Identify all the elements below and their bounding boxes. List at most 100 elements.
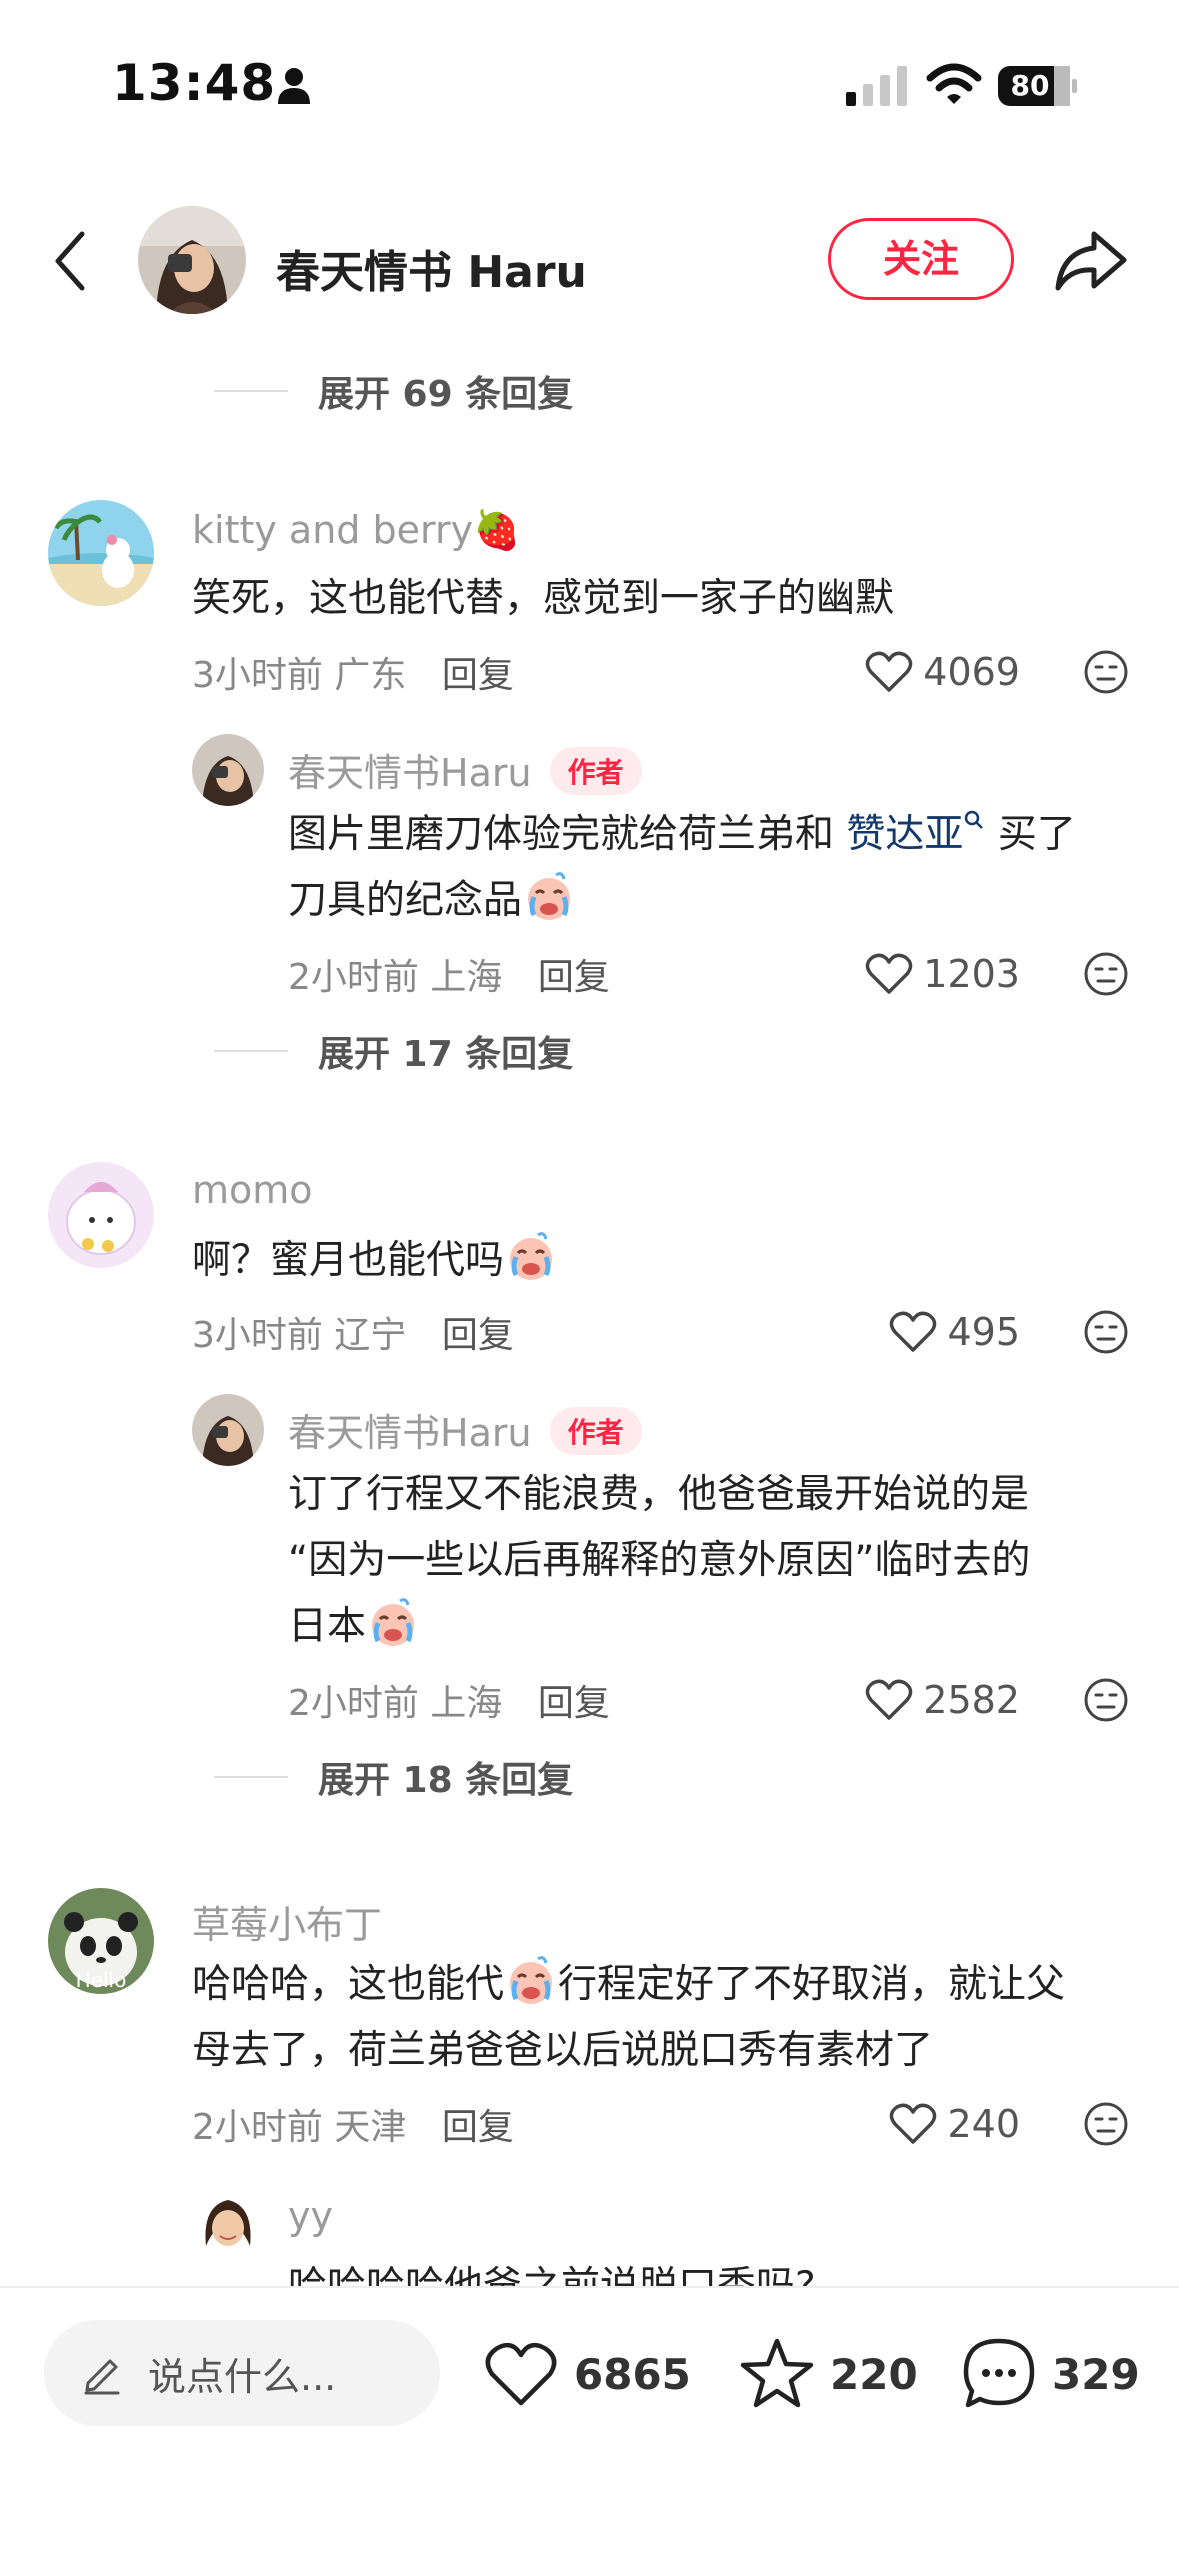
comment-time: 2小时前: [192, 2107, 323, 2148]
battery-level: 80: [1010, 69, 1050, 102]
heart-icon: [866, 1679, 913, 1720]
author-badge: 作者: [549, 747, 642, 795]
reply-button[interactable]: 回复: [442, 1315, 514, 1356]
dislike-face-icon[interactable]: [1082, 1308, 1130, 1356]
comment-text-part: 行程定好了不好取消，就让父: [558, 1962, 1066, 2007]
expand-label: 展开 69 条回复: [318, 374, 574, 415]
comment-like-button[interactable]: 495: [820, 1304, 1020, 1360]
divider: [214, 1050, 288, 1052]
comment-avatar[interactable]: [48, 1162, 154, 1268]
reply-button[interactable]: 回复: [442, 655, 514, 696]
reply-username-text: 春天情书Haru: [288, 751, 532, 795]
avatar-image: [48, 1162, 154, 1268]
like-count: 495: [947, 1310, 1020, 1354]
reply-text-part: 日本: [288, 1604, 367, 1649]
comment-text-part: 哈哈哈，这也能代: [192, 1962, 505, 2007]
reply-username[interactable]: yy: [288, 2194, 333, 2238]
wifi-icon: [926, 63, 982, 104]
reply-meta: 2小时前 上海 回复: [288, 1674, 610, 1726]
expand-replies[interactable]: 展开 18 条回复: [214, 1752, 573, 1802]
reply-avatar[interactable]: [192, 734, 264, 806]
search-link[interactable]: 赞达亚: [846, 810, 985, 857]
comment-like-button[interactable]: 4069: [820, 644, 1020, 700]
reply-like-button[interactable]: 2582: [820, 1672, 1020, 1728]
reply-text: 图片里磨刀体验完就给荷兰弟和 赞达亚 买了 刀具的纪念品: [288, 802, 1076, 934]
heart-icon: [866, 953, 913, 994]
comment-username[interactable]: 草莓小布丁: [192, 1894, 382, 1949]
reply-location: 上海: [430, 1683, 503, 1724]
comment-location: 广东: [334, 655, 407, 696]
reply-text-part: 刀具的纪念品: [288, 878, 523, 923]
reply-button[interactable]: 回复: [538, 957, 610, 998]
search-icon: [965, 810, 984, 829]
divider: [214, 390, 288, 392]
avatar-image: [138, 206, 246, 314]
author-avatar[interactable]: [138, 206, 246, 314]
author-name[interactable]: 春天情书 Haru: [276, 236, 587, 300]
like-post-button[interactable]: 6865: [482, 2326, 691, 2422]
search-link-text: 赞达亚: [846, 812, 964, 857]
avatar-image: [192, 734, 264, 806]
author-badge: 作者: [549, 1407, 642, 1455]
expand-label: 展开 17 条回复: [318, 1034, 574, 1075]
dislike-face-icon[interactable]: [1082, 648, 1130, 696]
reply-time: 2小时前: [288, 1683, 419, 1724]
comment-location: 辽宁: [334, 1315, 407, 1356]
comment-text-part: 啊？蜜月也能代吗: [192, 1238, 505, 1283]
person-icon: [278, 68, 310, 104]
comment-avatar[interactable]: Hello: [48, 1888, 154, 1994]
comment-input-placeholder: 说点什么...: [148, 2354, 337, 2399]
status-bar: 13:48 80: [0, 0, 1179, 170]
bottom-action-bar: 说点什么... 6865 220 329: [0, 2286, 1179, 2558]
comment-meta: 3小时前 广东 回复: [192, 646, 514, 698]
comment-avatar[interactable]: [48, 500, 154, 606]
battery-indicator: 80: [998, 66, 1078, 106]
reply-meta: 2小时前 上海 回复: [288, 948, 610, 1000]
follow-button[interactable]: 关注: [828, 218, 1014, 300]
comment-input[interactable]: 说点什么...: [44, 2320, 440, 2426]
avatar-image: [48, 500, 154, 606]
comment-text: 笑死，这也能代替，感觉到一家子的幽默: [192, 576, 895, 621]
like-count: 240: [947, 2102, 1020, 2146]
share-icon[interactable]: [1054, 228, 1128, 294]
dislike-face-icon[interactable]: [1082, 950, 1130, 998]
comment-post-button[interactable]: 329: [960, 2326, 1140, 2422]
reply-text-part: “因为一些以后再解释的意外原因”临时去的: [288, 1538, 1031, 1583]
status-time: 13:48: [112, 54, 277, 112]
dislike-face-icon[interactable]: [1082, 1676, 1130, 1724]
heart-icon: [866, 651, 913, 692]
heart-icon: [890, 1311, 937, 1352]
post-favorite-count: 220: [830, 2349, 918, 2399]
reply-avatar[interactable]: [192, 2186, 264, 2258]
crying-face-emoji-icon: [510, 1956, 553, 2004]
crying-face-emoji-icon: [528, 872, 571, 920]
reply-button[interactable]: 回复: [442, 2107, 514, 2148]
reply-time: 2小时前: [288, 957, 419, 998]
divider: [214, 1776, 288, 1778]
crying-face-emoji-icon: [510, 1232, 553, 1280]
reply-like-button[interactable]: 1203: [820, 946, 1020, 1002]
comment-username[interactable]: kitty and berry🍓: [192, 508, 520, 553]
expand-label: 展开 18 条回复: [318, 1760, 574, 1801]
like-count: 2582: [923, 1678, 1020, 1722]
reply-username[interactable]: 春天情书Haru 作者: [288, 742, 642, 797]
reply-avatar[interactable]: [192, 1394, 264, 1466]
comment-meta: 2小时前 天津 回复: [192, 2098, 514, 2150]
comment-meta: 3小时前 辽宁 回复: [192, 1306, 514, 1358]
post-comment-count: 329: [1052, 2349, 1140, 2399]
comment-text: 哈哈哈，这也能代 行程定好了不好取消，就让父 母去了，荷兰弟爸爸以后说脱口秀有素材…: [192, 1952, 1065, 2084]
avatar-image: [192, 1394, 264, 1466]
reply-button[interactable]: 回复: [538, 1683, 610, 1724]
dislike-face-icon[interactable]: [1082, 2100, 1130, 2148]
comment-text-part: 母去了，荷兰弟爸爸以后说脱口秀有素材了: [192, 2028, 934, 2073]
pencil-icon: [84, 2359, 120, 2395]
expand-replies[interactable]: 展开 69 条回复: [214, 366, 573, 416]
back-arrow-icon[interactable]: [46, 226, 96, 296]
comment-username[interactable]: momo: [192, 1168, 313, 1212]
expand-replies[interactable]: 展开 17 条回复: [214, 1026, 573, 1076]
reply-username[interactable]: 春天情书Haru 作者: [288, 1402, 642, 1457]
comment-like-button[interactable]: 240: [820, 2096, 1020, 2152]
post-like-count: 6865: [574, 2349, 691, 2399]
favorite-post-button[interactable]: 220: [738, 2326, 918, 2422]
crying-face-emoji-icon: [372, 1598, 415, 1646]
